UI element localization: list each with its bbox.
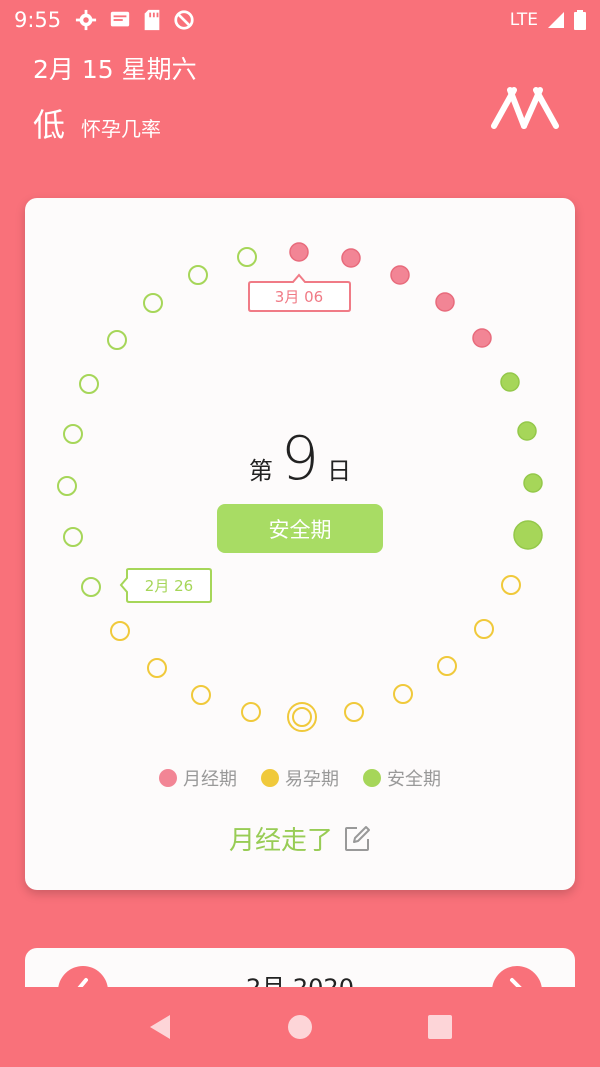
- edit-icon[interactable]: [343, 825, 371, 853]
- cycle-day-dot[interactable]: [435, 292, 455, 312]
- legend-label-fertile: 易孕期: [285, 769, 339, 790]
- fertility-indicator: 低 怀孕几率: [33, 100, 161, 146]
- cycle-day-dot[interactable]: [500, 372, 520, 392]
- last-period-tag: 2月 26: [119, 568, 212, 603]
- cycle-day-dot[interactable]: [191, 685, 211, 705]
- cycle-day-dot[interactable]: [437, 656, 457, 676]
- cycle-day-dot[interactable]: [289, 242, 309, 262]
- legend-item-safe: 安全期: [363, 765, 441, 791]
- cycle-day-dot[interactable]: [513, 520, 543, 550]
- cycle-day-dot[interactable]: [63, 527, 83, 547]
- legend-dot-safe: [363, 769, 381, 787]
- home-icon[interactable]: [286, 1013, 314, 1041]
- cycle-day-dot[interactable]: [81, 577, 101, 597]
- recents-icon[interactable]: [426, 1013, 454, 1041]
- cycle-day-dot[interactable]: [341, 248, 361, 268]
- cycle-day-dot[interactable]: [344, 702, 364, 722]
- message-icon: [111, 11, 130, 27]
- legend-item-fertile: 易孕期: [261, 765, 339, 791]
- cycle-day-dot[interactable]: [110, 621, 130, 641]
- period-ended-label: 月经走了: [228, 826, 333, 856]
- cycle-day-dot[interactable]: [147, 658, 167, 678]
- legend-dot-fertile: [261, 769, 279, 787]
- period-ended-button[interactable]: 月经走了: [25, 820, 575, 857]
- cycle-day-dot[interactable]: [237, 247, 257, 267]
- gear-icon: [76, 9, 97, 31]
- signal-icon: [548, 12, 564, 28]
- cycle-day-suffix: 日: [327, 457, 352, 485]
- cycle-day-dot[interactable]: [107, 330, 127, 350]
- sd-card-icon: [144, 9, 160, 31]
- period-start-tag-text: 3月 06: [275, 288, 323, 306]
- legend: 月经期 易孕期 安全期: [25, 765, 575, 791]
- status-bar: 9:55 LTE: [0, 0, 600, 40]
- cycle-day-dot[interactable]: [472, 328, 492, 348]
- status-time: 9:55: [14, 8, 62, 32]
- network-type: LTE: [509, 10, 538, 30]
- legend-dot-period: [159, 769, 177, 787]
- last-period-tag-text: 2月 26: [145, 577, 193, 595]
- cycle-day-prefix: 第: [248, 457, 273, 485]
- cycle-day-dot[interactable]: [390, 265, 410, 285]
- cycle-day-dot[interactable]: [501, 575, 521, 595]
- app-logo-icon[interactable]: [488, 82, 562, 132]
- fertility-label: 怀孕几率: [81, 117, 162, 141]
- phase-badge[interactable]: 安全期: [217, 504, 383, 553]
- cycle-day-dot[interactable]: [241, 702, 261, 722]
- cycle-day-number: 9: [280, 424, 320, 494]
- cycle-day-dot[interactable]: [188, 265, 208, 285]
- cycle-day-dot[interactable]: [393, 684, 413, 704]
- current-date: 2月 15 星期六: [33, 55, 197, 84]
- legend-label-safe: 安全期: [387, 769, 441, 790]
- legend-item-period: 月经期: [159, 765, 237, 791]
- cycle-day-dot[interactable]: [474, 619, 494, 639]
- fertility-level: 低: [33, 106, 66, 144]
- cycle-day-dot[interactable]: [292, 707, 312, 727]
- battery-icon: [574, 10, 586, 30]
- cycle-day-dot[interactable]: [143, 293, 163, 313]
- back-icon[interactable]: [146, 1013, 174, 1041]
- cycle-day-dot[interactable]: [79, 374, 99, 394]
- system-nav-bar: [0, 987, 600, 1067]
- cycle-day: 第9日: [25, 424, 575, 494]
- period-start-tag: 3月 06: [248, 273, 351, 312]
- legend-label-period: 月经期: [183, 769, 237, 790]
- no-sim-icon: [174, 10, 194, 30]
- cycle-card: 3月 06 2月 26 第9日 安全期 月经期 易孕期 安全期 月经走了: [25, 198, 575, 890]
